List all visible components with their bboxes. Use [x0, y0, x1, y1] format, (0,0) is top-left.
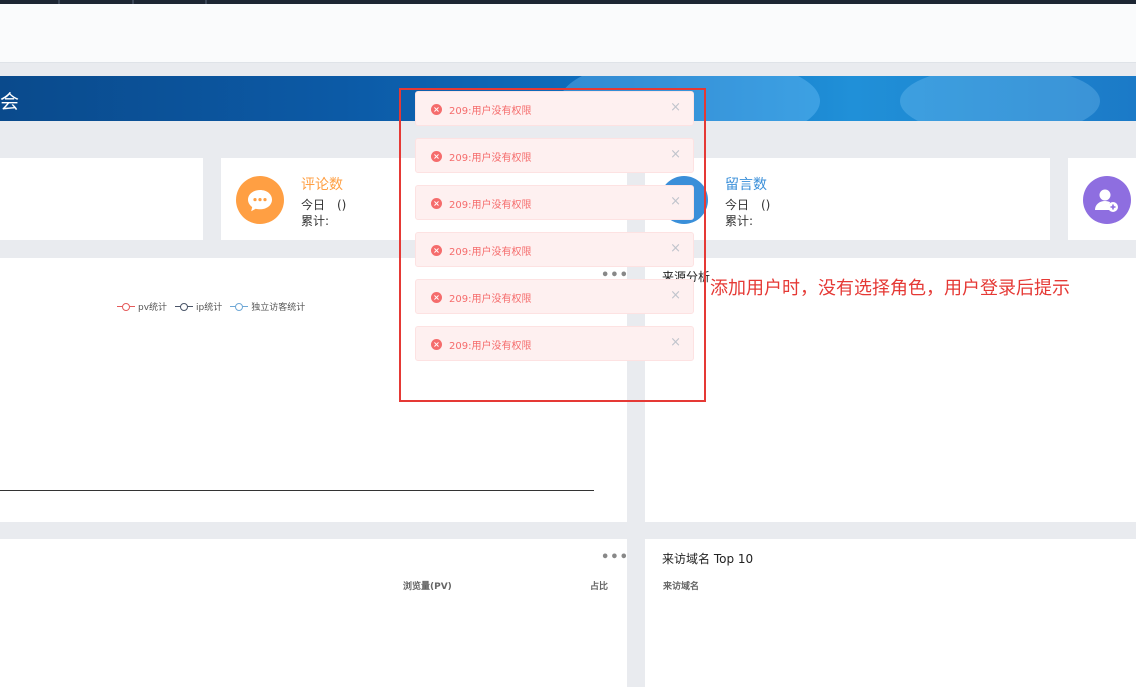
legend-marker-icon: [117, 302, 135, 312]
legend-label: 独立访客统计: [251, 303, 306, 313]
chat-bubble-icon: [236, 176, 284, 224]
column-header-ratio: 占比: [590, 582, 609, 592]
add-user-icon: [1083, 176, 1131, 224]
stat-title: 评论数: [301, 177, 343, 193]
annotation-text: 添加用户时，没有选择角色，用户登录后提示: [710, 278, 1070, 299]
legend-marker-icon: [175, 302, 194, 312]
legend-label: ip统计: [196, 303, 223, 313]
stat-total: 累计:: [725, 214, 754, 228]
referrer-title: 来访域名 Top 10: [662, 552, 754, 566]
legend-item-pv[interactable]: pv统计: [117, 300, 167, 313]
stat-card-users: [1068, 158, 1136, 240]
stat-total: 累计:: [301, 214, 330, 228]
top-pages-panel: [0, 539, 627, 687]
stat-title: 留言数: [725, 177, 767, 193]
legend-label: pv统计: [138, 303, 168, 313]
app-header: [0, 4, 1136, 63]
more-options-icon[interactable]: •••: [601, 551, 629, 564]
stat-today: 今日 (): [301, 198, 347, 212]
stat-today: 今日 (): [725, 198, 771, 212]
banner-glow: [900, 76, 1100, 121]
legend-item-ip[interactable]: ip统计: [175, 300, 222, 313]
chart-legend[interactable]: pv统计 ip统计 独立访客统计: [117, 300, 313, 313]
annotation-highlight-box: [399, 88, 706, 402]
banner-title: 会: [0, 91, 20, 113]
column-header-domain: 来访域名: [663, 582, 700, 592]
stat-card: [0, 158, 203, 240]
legend-marker-icon: [230, 302, 249, 312]
chart-x-axis: [0, 490, 594, 491]
column-header-pv: 浏览量(PV): [403, 582, 452, 592]
legend-item-uv[interactable]: 独立访客统计: [230, 300, 305, 313]
